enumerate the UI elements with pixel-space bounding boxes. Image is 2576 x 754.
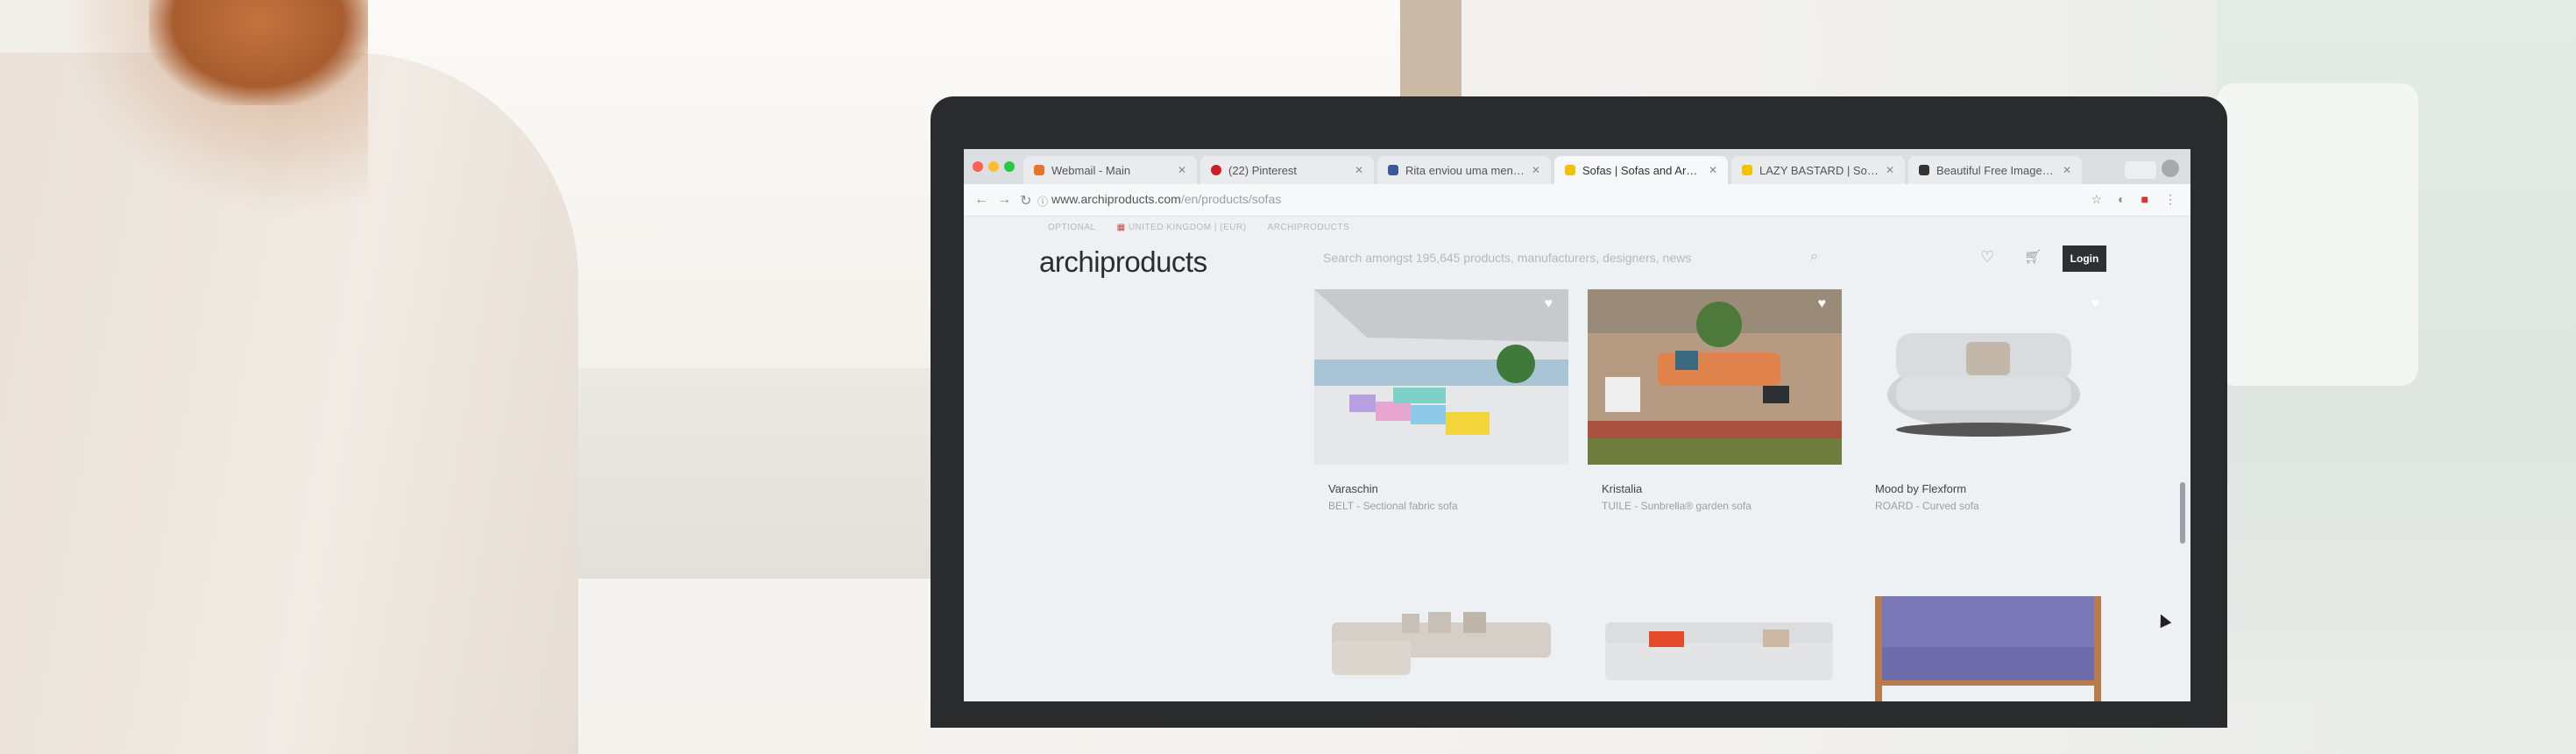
browser-tab-bar: Webmail - Main ✕ (22) Pinterest ✕ Rita e…	[964, 149, 2190, 184]
product-image[interactable]	[1861, 561, 2115, 701]
profile-icon[interactable]	[2162, 160, 2179, 177]
favorite-heart-icon[interactable]: ♥	[2091, 296, 2100, 312]
close-tab-icon[interactable]: ✕	[1355, 164, 1363, 176]
url-path: /en/products/sofas	[1180, 192, 1282, 206]
site-subbar: OPTIONAL ▦ UNITED KINGDOM | (EUR) ARCHIP…	[1048, 223, 1349, 232]
browser-tab[interactable]: Webmail - Main ✕	[1023, 156, 1197, 184]
menu-icon[interactable]: ⋮	[2164, 192, 2176, 207]
cart-icon[interactable]: 🛒︎	[2024, 248, 2042, 266]
close-tab-icon[interactable]: ✕	[2063, 164, 2071, 176]
close-tab-icon[interactable]: ✕	[1886, 164, 1894, 176]
browser-tab[interactable]: Rita enviou uma mensagem ✕	[1377, 156, 1551, 184]
extension-badge-icon[interactable]: ■	[2141, 192, 2148, 207]
background-right-glow	[2217, 83, 2418, 386]
browser-tab-active[interactable]: Sofas | Sofas and Armchairs ✕	[1554, 156, 1728, 184]
maximize-window-icon[interactable]	[1004, 161, 1015, 172]
minimize-window-icon[interactable]	[988, 161, 999, 172]
white-sofa-image	[1588, 561, 1842, 701]
photo-scene: Webmail - Main ✕ (22) Pinterest ✕ Rita e…	[0, 0, 2576, 754]
uk-flag-icon: ▦	[1116, 223, 1126, 232]
info-icon[interactable]: ⓘ	[1037, 194, 1048, 209]
window-frame	[1400, 0, 1461, 96]
webmail-favicon-icon	[1034, 165, 1044, 175]
tab-title: Beautiful Free Images | Uns...	[1936, 163, 2056, 177]
facebook-favicon-icon	[1388, 165, 1398, 175]
wishlist-heart-icon[interactable]: ♡	[1980, 248, 1994, 267]
page-scrollbar[interactable]	[2180, 482, 2185, 544]
archiproducts-favicon-icon	[1742, 165, 1752, 175]
tab-title: Rita enviou uma mensagem	[1405, 163, 1525, 177]
flexform-sofa-image	[1861, 289, 2115, 465]
product-description: TUILE - Sunbrella® garden sofa	[1602, 500, 1752, 512]
url-host: www.archiproducts.com	[1051, 192, 1181, 206]
tab-title: LAZY BASTARD | Sofa Co...	[1759, 163, 1879, 177]
search-icon[interactable]: ⌕	[1810, 249, 1818, 265]
pinterest-favicon-icon	[1211, 165, 1221, 175]
product-description: ROARD - Curved sofa	[1875, 500, 1979, 512]
subbar-item-label: UNITED KINGDOM | (EUR)	[1128, 223, 1247, 232]
reload-icon[interactable]: ↻	[1020, 192, 1031, 210]
bookmark-star-icon[interactable]: ☆	[2091, 192, 2103, 207]
tab-title: Sofas | Sofas and Armchairs	[1582, 163, 1702, 177]
sectional-sofa-image	[1314, 561, 1568, 701]
person-hair	[149, 0, 368, 105]
purple-sofa-image	[1861, 561, 2115, 701]
tab-title: Webmail - Main	[1051, 163, 1131, 177]
close-window-icon[interactable]	[973, 161, 983, 172]
subbar-item[interactable]: ▦ UNITED KINGDOM | (EUR)	[1117, 223, 1247, 232]
back-icon[interactable]: ←	[974, 192, 988, 208]
extension-icon[interactable]: ◐	[2118, 192, 2125, 207]
site-search-input[interactable]: Search amongst 195,645 products, manufac…	[1323, 251, 1814, 265]
browser-tab[interactable]: (22) Pinterest ✕	[1200, 156, 1374, 184]
browser-tab[interactable]: LAZY BASTARD | Sofa Co... ✕	[1731, 156, 1905, 184]
browser-toolbar: ← → ↻ ⓘ www.archiproducts.com/en/product…	[964, 184, 2190, 217]
tab-title: (22) Pinterest	[1228, 163, 1298, 177]
laptop-screen: Webmail - Main ✕ (22) Pinterest ✕ Rita e…	[964, 149, 2190, 701]
product-name: Mood by Flexform	[1875, 482, 1967, 495]
new-tab-button[interactable]	[2125, 161, 2156, 179]
address-bar[interactable]: www.archiproducts.com/en/products/sofas	[1051, 192, 1281, 206]
archiproducts-favicon-icon	[1565, 165, 1575, 175]
login-button[interactable]: Login	[2063, 245, 2106, 272]
site-logo[interactable]: archiproducts	[1039, 245, 1207, 279]
kristalia-sofa-image	[1588, 289, 1842, 465]
mouse-cursor-icon	[2155, 611, 2172, 629]
close-tab-icon[interactable]: ✕	[1178, 164, 1186, 176]
product-name: Varaschin	[1328, 482, 1378, 495]
favorite-heart-icon[interactable]: ♥	[1545, 296, 1553, 312]
forward-icon[interactable]: →	[997, 192, 1011, 208]
browser-tab[interactable]: Beautiful Free Images | Uns... ✕	[1908, 156, 2082, 184]
subbar-item[interactable]: OPTIONAL	[1048, 223, 1096, 232]
product-image[interactable]: ♥	[1314, 289, 1568, 465]
varaschin-sofa-image	[1314, 289, 1568, 465]
product-image[interactable]	[1588, 561, 1842, 701]
product-image[interactable]: ♥	[1588, 289, 1842, 465]
product-description: BELT - Sectional fabric sofa	[1328, 500, 1458, 512]
camera-favicon-icon	[1919, 165, 1929, 175]
toolbar-icons: ☆ ◐ ■ ⋮	[2091, 192, 2177, 207]
favorite-heart-icon[interactable]: ♥	[1818, 296, 1827, 312]
subbar-item[interactable]: ARCHIPRODUCTS	[1268, 223, 1350, 232]
product-image[interactable]: ♥	[1861, 289, 2115, 465]
product-name: Kristalia	[1602, 482, 1643, 495]
product-image[interactable]	[1314, 561, 1568, 701]
close-tab-icon[interactable]: ✕	[1709, 164, 1717, 176]
close-tab-icon[interactable]: ✕	[1532, 164, 1540, 176]
